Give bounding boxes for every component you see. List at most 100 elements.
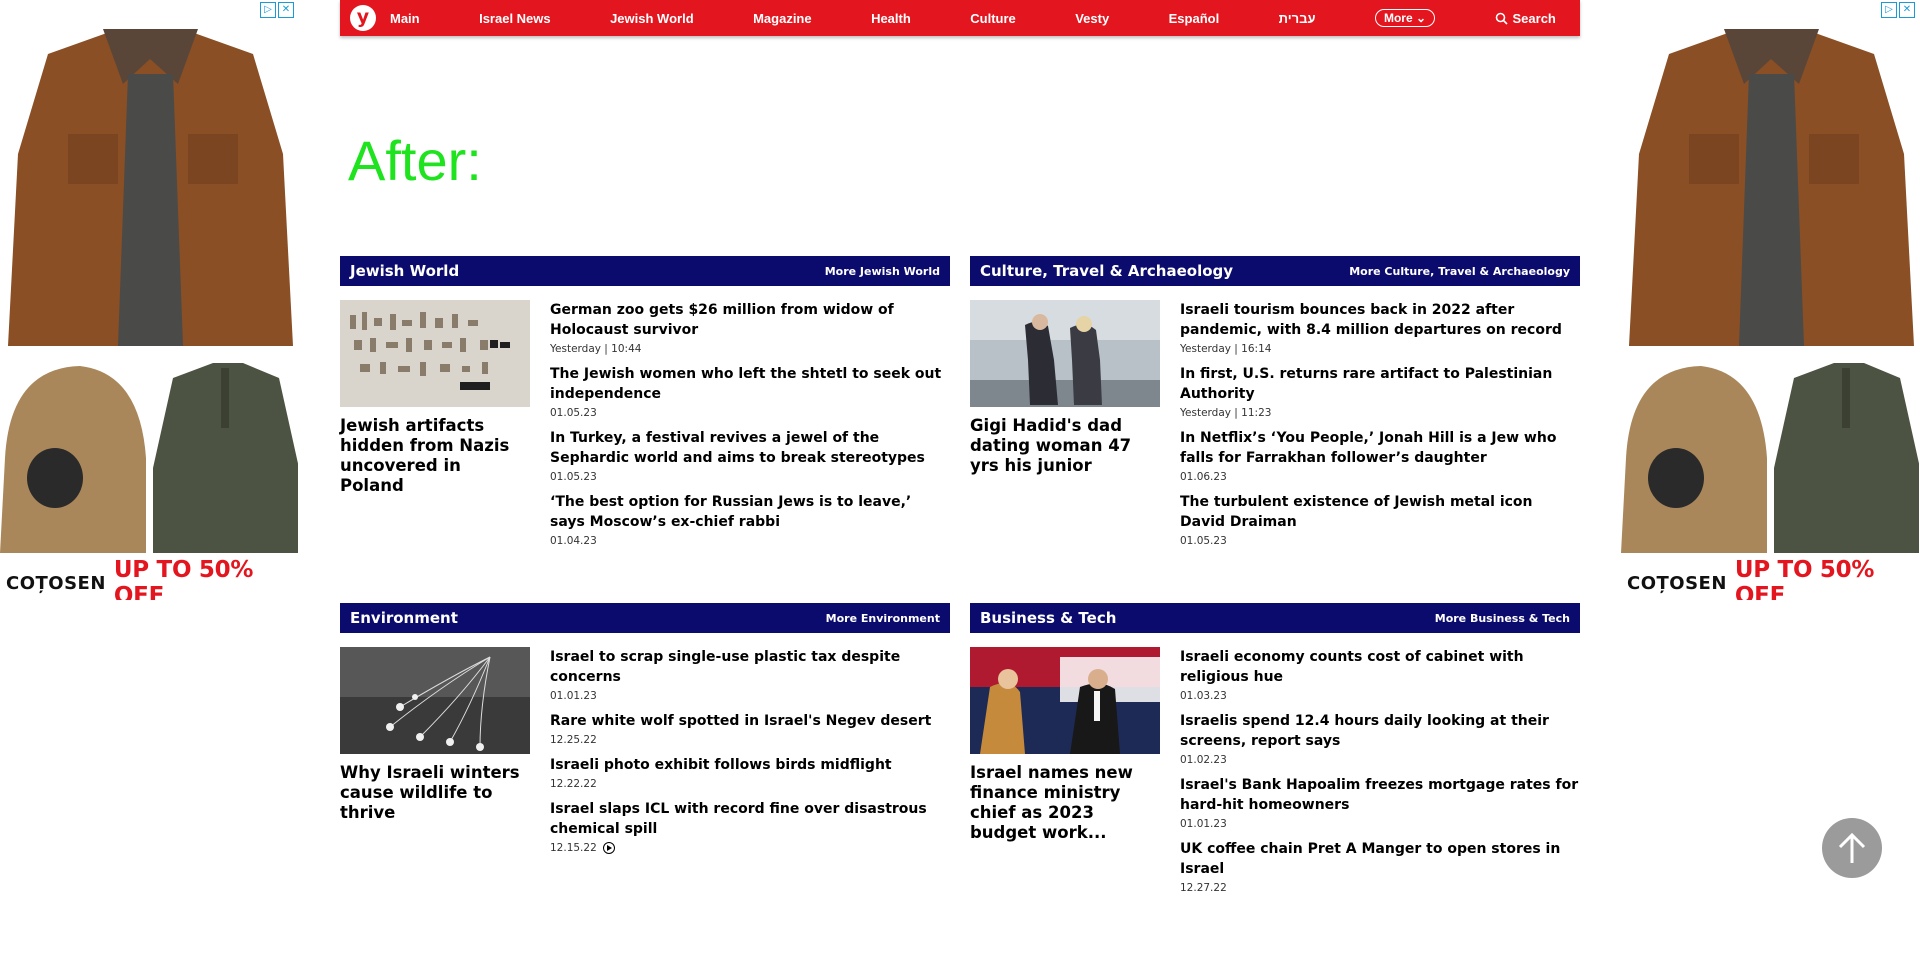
lead-title[interactable]: Jewish artifacts hidden from Nazis uncov… [340, 416, 530, 496]
list-item[interactable]: In first, U.S. returns rare artifact to … [1180, 364, 1580, 419]
section-header: Business & Tech More Business & Tech [970, 603, 1580, 633]
item-date: 01.01.23 [550, 690, 597, 702]
more-menu-button[interactable]: More ⌄ [1374, 9, 1436, 27]
section-more-link[interactable]: More Culture, Travel & Archaeology [1349, 265, 1570, 278]
article-list: Israeli economy counts cost of cabinet w… [1180, 647, 1580, 903]
arrow-up-icon [1838, 832, 1866, 863]
item-title[interactable]: In first, U.S. returns rare artifact to … [1180, 364, 1580, 404]
ad-brand-logo: COȚOSEN [1627, 572, 1727, 594]
list-item[interactable]: In Netflix’s ‘You People,’ Jonah Hill is… [1180, 428, 1580, 483]
list-item[interactable]: Israel to scrap single-use plastic tax d… [550, 647, 950, 702]
ad-close-icon[interactable]: ✕ [278, 2, 294, 18]
item-date: 01.03.23 [1180, 690, 1227, 702]
lead-article[interactable]: Jewish artifacts hidden from Nazis uncov… [340, 300, 530, 556]
right-ad-banner[interactable]: ▷ ✕ COȚOSEN UP TO 50% OFF [1621, 0, 1919, 600]
item-date: 12.27.22 [1180, 882, 1227, 894]
item-title[interactable]: The Jewish women who left the shtetl to … [550, 364, 950, 404]
lead-article[interactable]: Gigi Hadid's dad dating woman 47 yrs his… [970, 300, 1160, 556]
list-item[interactable]: ‘The best option for Russian Jews is to … [550, 492, 950, 547]
section-more-link[interactable]: More Jewish World [825, 265, 940, 278]
list-item[interactable]: Israel slaps ICL with record fine over d… [550, 799, 950, 854]
list-item[interactable]: Israel's Bank Hapoalim freezes mortgage … [1180, 775, 1580, 830]
ad-info-icon[interactable]: ▷ [260, 2, 276, 18]
item-date: Yesterday | 16:14 [1180, 343, 1272, 355]
video-play-icon[interactable] [602, 842, 615, 854]
jacket-image[interactable] [8, 14, 293, 346]
item-title[interactable]: Israel to scrap single-use plastic tax d… [550, 647, 950, 687]
list-item[interactable]: The Jewish women who left the shtetl to … [550, 364, 950, 419]
artifacts-image[interactable] [340, 300, 530, 407]
left-ad-banner[interactable]: ▷ ✕ COȚOSEN UP TO 50% OFF [0, 0, 298, 600]
nav-item-vesty[interactable]: Vesty [1075, 11, 1109, 26]
item-title[interactable]: German zoo gets $26 million from widow o… [550, 300, 950, 340]
item-title[interactable]: Israelis spend 12.4 hours daily looking … [1180, 711, 1580, 751]
list-item[interactable]: UK coffee chain Pret A Manger to open st… [1180, 839, 1580, 894]
lead-article[interactable]: Why Israeli winters cause wildlife to th… [340, 647, 530, 863]
nav-item-israel-news[interactable]: Israel News [479, 11, 551, 26]
section-title[interactable]: Business & Tech [980, 609, 1116, 627]
nav-item-culture[interactable]: Culture [970, 11, 1016, 26]
section-title[interactable]: Jewish World [350, 262, 459, 280]
item-title[interactable]: ‘The best option for Russian Jews is to … [550, 492, 950, 532]
section-title[interactable]: Culture, Travel & Archaeology [980, 262, 1233, 280]
item-title[interactable]: Israeli tourism bounces back in 2022 aft… [1180, 300, 1580, 340]
lead-title[interactable]: Gigi Hadid's dad dating woman 47 yrs his… [970, 416, 1160, 476]
nav-item-espanol[interactable]: Español [1169, 11, 1220, 26]
lead-article[interactable]: Israel names new finance ministry chief … [970, 647, 1160, 903]
list-item[interactable]: Israeli economy counts cost of cabinet w… [1180, 647, 1580, 702]
list-item[interactable]: The turbulent existence of Jewish metal … [1180, 492, 1580, 547]
section-title[interactable]: Environment [350, 609, 458, 627]
ad-info-icon[interactable]: ▷ [1881, 2, 1897, 18]
list-item[interactable]: Israeli photo exhibit follows birds midf… [550, 755, 950, 790]
item-title[interactable]: In Turkey, a festival revives a jewel of… [550, 428, 950, 468]
item-title[interactable]: Israel's Bank Hapoalim freezes mortgage … [1180, 775, 1580, 815]
section-environment: Environment More Environment Why Israeli… [340, 603, 950, 863]
list-item[interactable]: Rare white wolf spotted in Israel's Nege… [550, 711, 950, 746]
search-button[interactable]: Search [1495, 11, 1556, 26]
ad-footer[interactable]: COȚOSEN UP TO 50% OFF [6, 557, 296, 600]
ad-brand-logo: COȚOSEN [6, 572, 106, 594]
scroll-to-top-button[interactable] [1822, 818, 1882, 878]
ynet-logo[interactable]: y [350, 5, 376, 31]
nav-item-magazine[interactable]: Magazine [753, 11, 812, 26]
item-title[interactable]: Israeli economy counts cost of cabinet w… [1180, 647, 1580, 687]
item-title[interactable]: Rare white wolf spotted in Israel's Nege… [550, 711, 950, 731]
item-title[interactable]: Israeli photo exhibit follows birds midf… [550, 755, 950, 775]
nav-item-jewish-world[interactable]: Jewish World [610, 11, 694, 26]
list-item[interactable]: Israelis spend 12.4 hours daily looking … [1180, 711, 1580, 766]
section-more-link[interactable]: More Business & Tech [1435, 612, 1570, 625]
list-item[interactable]: German zoo gets $26 million from widow o… [550, 300, 950, 355]
item-date: 12.22.22 [550, 778, 597, 790]
item-title[interactable]: In Netflix’s ‘You People,’ Jonah Hill is… [1180, 428, 1580, 468]
lead-title[interactable]: Israel names new finance ministry chief … [970, 763, 1160, 843]
nav-item-health[interactable]: Health [871, 11, 911, 26]
item-title[interactable]: UK coffee chain Pret A Manger to open st… [1180, 839, 1580, 879]
henley-image[interactable] [153, 358, 298, 553]
jacket-image[interactable] [1629, 14, 1914, 346]
ad-choices[interactable]: ▷ ✕ [1881, 2, 1915, 18]
beanie-image[interactable] [1621, 358, 1767, 553]
ad-close-icon[interactable]: ✕ [1899, 2, 1915, 18]
item-date: 01.04.23 [550, 535, 597, 547]
lead-title[interactable]: Why Israeli winters cause wildlife to th… [340, 763, 530, 823]
frosted-plant-image[interactable] [340, 647, 530, 754]
list-item[interactable]: In Turkey, a festival revives a jewel of… [550, 428, 950, 483]
beanie-image[interactable] [0, 358, 146, 553]
article-list: Israeli tourism bounces back in 2022 aft… [1180, 300, 1580, 556]
nav-item-main[interactable]: Main [390, 11, 420, 26]
item-date: 01.02.23 [1180, 754, 1227, 766]
nav-item-hebrew[interactable]: עברית [1279, 11, 1316, 26]
section-more-link[interactable]: More Environment [826, 612, 940, 625]
article-list: German zoo gets $26 million from widow o… [550, 300, 950, 556]
ad-sale-text: UP TO 50% OFF [1734, 557, 1875, 600]
conference-speakers-image[interactable] [970, 647, 1160, 754]
list-item[interactable]: Israeli tourism bounces back in 2022 aft… [1180, 300, 1580, 355]
item-date: 12.25.22 [550, 734, 597, 746]
ad-choices[interactable]: ▷ ✕ [260, 2, 294, 18]
couple-walking-image[interactable] [970, 300, 1160, 407]
item-title[interactable]: The turbulent existence of Jewish metal … [1180, 492, 1580, 532]
henley-image[interactable] [1774, 358, 1919, 553]
item-date: 01.05.23 [550, 407, 597, 419]
ad-footer[interactable]: COȚOSEN UP TO 50% OFF [1627, 557, 1917, 600]
item-title[interactable]: Israel slaps ICL with record fine over d… [550, 799, 950, 839]
